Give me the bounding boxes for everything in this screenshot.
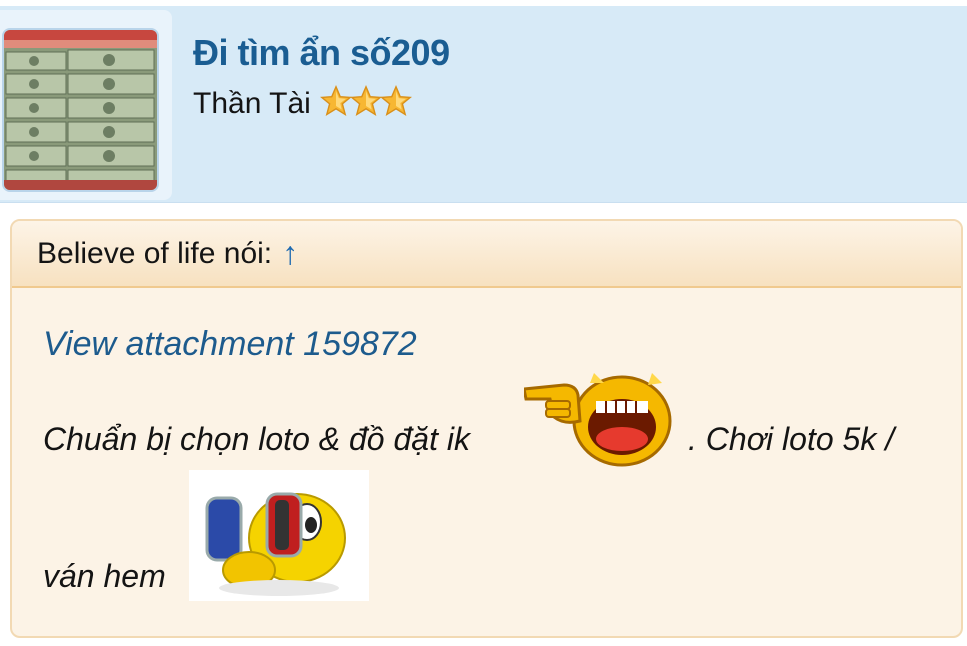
quote-author: Believe of life nói: [37, 236, 273, 270]
star-icon [349, 85, 382, 116]
hiding-face-emoji-icon [189, 470, 369, 601]
rank-stars [319, 84, 412, 118]
star-icon [319, 85, 352, 116]
quote-text-line2: ván hem [43, 558, 166, 594]
avatar-frame [0, 10, 172, 200]
avatar[interactable] [2, 28, 159, 192]
quote-block: Believe of life nói: ↑ View attachment 1… [10, 219, 963, 638]
user-title: Thần Tài [193, 87, 311, 120]
laughing-pointing-emoji-icon [524, 373, 672, 467]
star-icon [379, 85, 412, 116]
user-title-row: Thần Tài [193, 84, 412, 124]
quote-header: Believe of life nói: ↑ [12, 221, 961, 288]
attachment-link[interactable]: View attachment 159872 [43, 325, 417, 364]
username[interactable]: Đi tìm ẩn số209 [193, 32, 450, 74]
quote-text-line1: Chuẩn bị chọn loto & đồ đặt ik [43, 421, 470, 457]
jump-to-post-arrow-icon[interactable]: ↑ [282, 235, 298, 272]
quote-text-line1-end: . Chơi loto 5k / [688, 421, 895, 457]
user-header: Đi tìm ẩn số209 Thần Tài [0, 6, 967, 203]
